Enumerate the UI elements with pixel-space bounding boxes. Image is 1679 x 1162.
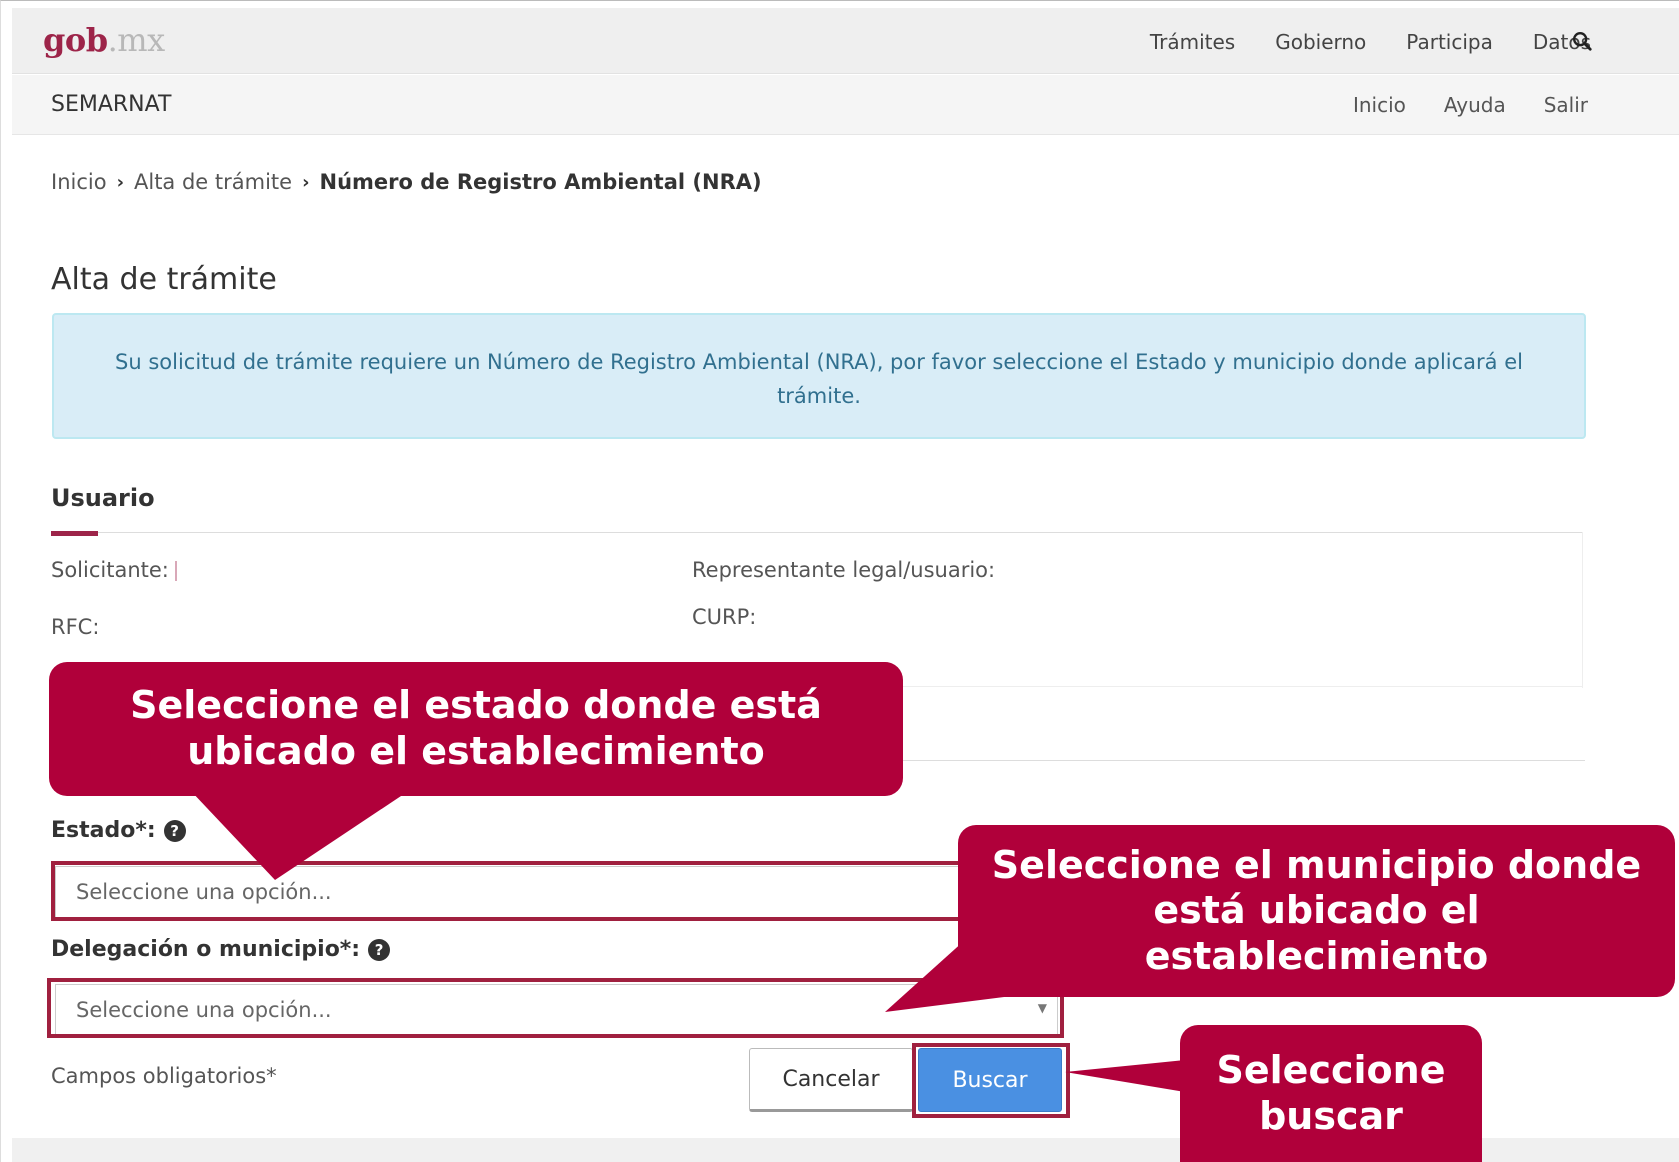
solicitante-field: Solicitante:	[51, 558, 177, 582]
cancel-button[interactable]: Cancelar	[749, 1048, 913, 1112]
dropdown-caret-icon: ▼	[1037, 1001, 1047, 1015]
breadcrumb-inicio[interactable]: Inicio	[51, 170, 107, 194]
solicitante-label: Solicitante:	[51, 558, 169, 582]
nav-inicio[interactable]: Inicio	[1353, 93, 1406, 117]
nav-salir[interactable]: Salir	[1544, 93, 1588, 117]
breadcrumb-alta[interactable]: Alta de trámite	[134, 170, 292, 194]
curp-label: CURP:	[692, 605, 757, 629]
user-box-edge	[1582, 532, 1583, 688]
question-circle-icon[interactable]: ?	[163, 819, 186, 842]
required-fields-note: Campos obligatorios*	[51, 1064, 277, 1088]
callout-estado: Seleccione el estado donde está ubicado …	[49, 662, 903, 796]
institution-header: SEMARNAT Inicio Ayuda Salir	[12, 75, 1679, 135]
logo-domain: .mx	[107, 21, 166, 59]
search-button[interactable]: Buscar	[918, 1048, 1062, 1112]
estado-select[interactable]: Seleccione una opción...	[55, 866, 1058, 920]
representante-label: Representante legal/usuario:	[692, 558, 996, 582]
estado-label-text: Estado*:	[51, 818, 156, 843]
page-title: Alta de trámite	[51, 262, 277, 297]
chevron-right-icon: ›	[302, 171, 310, 193]
callout-municipio: Seleccione el municipio donde está ubica…	[958, 825, 1675, 997]
estado-label: Estado*: ?	[51, 818, 186, 843]
breadcrumb: Inicio › Alta de trámite › Número de Reg…	[51, 170, 762, 194]
nav-ayuda[interactable]: Ayuda	[1444, 93, 1506, 117]
callout-buscar: Seleccione buscar	[1180, 1025, 1482, 1162]
municipio-select-value: Seleccione una opción...	[76, 998, 332, 1022]
rfc-label: RFC:	[51, 615, 100, 639]
gobmx-logo[interactable]: gob.mx	[43, 21, 165, 59]
info-alert: Su solicitud de trámite requiere un Núme…	[52, 313, 1586, 439]
nav-participa[interactable]: Participa	[1406, 30, 1493, 54]
institution-nav: Inicio Ayuda Salir	[1353, 93, 1588, 117]
text-cursor	[174, 561, 177, 581]
section-title-usuario: Usuario	[51, 484, 155, 512]
municipio-label: Delegación o municipio*: ?	[51, 937, 391, 962]
nav-gobierno[interactable]: Gobierno	[1275, 30, 1366, 54]
estado-select-value: Seleccione una opción...	[76, 880, 332, 904]
section-divider	[51, 532, 1583, 533]
section-accent-bar	[51, 531, 98, 536]
logo-brand: gob	[43, 21, 108, 59]
nav-tramites[interactable]: Trámites	[1150, 30, 1235, 54]
municipio-select[interactable]: Seleccione una opción... ▼	[55, 984, 1058, 1038]
gobmx-header: gob.mx Trámites Gobierno Participa Datos	[12, 8, 1679, 74]
breadcrumb-current: Número de Registro Ambiental (NRA)	[319, 170, 762, 194]
chevron-right-icon: ›	[116, 171, 124, 193]
search-icon[interactable]	[1571, 30, 1593, 52]
top-nav: Trámites Gobierno Participa Datos	[1150, 30, 1591, 54]
question-circle-icon[interactable]: ?	[368, 938, 391, 961]
institution-name: SEMARNAT	[51, 92, 172, 117]
municipio-label-text: Delegación o municipio*:	[51, 937, 361, 962]
